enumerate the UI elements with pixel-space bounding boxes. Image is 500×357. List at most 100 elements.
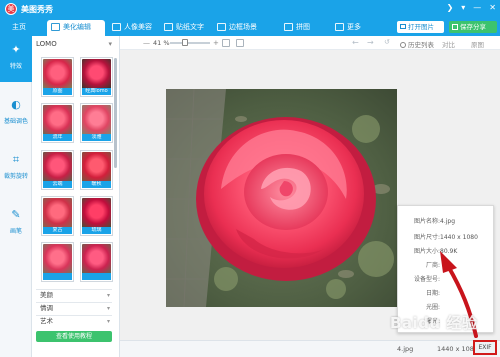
info-key: 光圈:	[425, 304, 440, 311]
category-mood[interactable]: 情调 ▾	[36, 302, 112, 313]
info-value: 80.9K	[440, 248, 458, 255]
info-key: 图片大小:	[413, 248, 440, 255]
tab-label: 更多	[347, 23, 361, 31]
status-bar: 4.jpg 1440 x 1080	[120, 340, 500, 357]
zoom-slider[interactable]	[170, 42, 210, 44]
effect-preview	[43, 152, 72, 182]
effect-thumbnail[interactable]	[80, 242, 113, 282]
rail-item-effects[interactable]: ✦ 特效	[0, 36, 32, 82]
collage-icon	[284, 23, 293, 31]
save-label: 保存分享	[460, 23, 486, 31]
effect-preview	[43, 244, 72, 274]
zoom-in-icon[interactable]: +	[213, 39, 219, 47]
chevron-down-icon: ▾	[108, 40, 112, 48]
chevron-down-icon: ▾	[106, 305, 110, 312]
effect-label: 经典lomo	[82, 88, 111, 95]
tab-more[interactable]: 更多	[331, 20, 365, 36]
magic-wand-icon: ✦	[11, 43, 21, 56]
tab-collage[interactable]: 拼图	[280, 20, 314, 36]
menu-dropdown-icon[interactable]: ▾	[461, 3, 465, 12]
face-icon	[112, 23, 121, 31]
effect-preview	[43, 59, 72, 89]
original-button[interactable]: 原图	[471, 39, 484, 49]
view-tutorial-button[interactable]: 查看使用教程	[36, 331, 112, 342]
rail-item-crop[interactable]: ⌗ 裁剪旋转	[0, 146, 32, 192]
exif-button[interactable]: EXIF	[473, 340, 497, 355]
actual-size-icon[interactable]	[236, 39, 244, 47]
tab-label: 拼图	[296, 23, 310, 31]
rail-label: 裁剪旋转	[3, 173, 28, 180]
exif-label: EXIF	[478, 344, 492, 351]
photo-preview	[166, 89, 397, 307]
tutorial-label: 查看使用教程	[55, 333, 92, 340]
save-share-button[interactable]: 保存分享	[449, 21, 497, 33]
effect-label: 流年	[43, 134, 72, 141]
open-label: 打开图片	[408, 23, 434, 31]
rail-item-color[interactable]: ◐ 基础调色	[0, 91, 32, 137]
fit-screen-icon[interactable]	[222, 39, 230, 47]
info-key: 图片名称:	[413, 218, 440, 225]
history-icon	[400, 42, 406, 48]
effect-preview	[82, 105, 111, 135]
frame-icon	[217, 23, 226, 31]
effect-thumbnail[interactable]: 流年	[41, 103, 74, 143]
open-image-button[interactable]: 打开图片	[397, 21, 444, 33]
tab-home[interactable]: 主页	[6, 20, 30, 36]
effect-label: 原图	[43, 88, 72, 95]
effect-label: 复古	[43, 227, 72, 234]
reset-icon[interactable]: ↺	[384, 38, 390, 46]
compare-button[interactable]: 对比	[442, 39, 455, 49]
zoom-out-icon[interactable]: —	[143, 39, 150, 47]
redo-icon[interactable]: →	[367, 38, 374, 47]
compare-label: 对比	[442, 41, 455, 49]
effect-label: 暖秋	[82, 181, 111, 188]
effect-preview	[82, 198, 111, 228]
minimize-icon[interactable]: —	[473, 3, 481, 12]
canvas-toolbar: — 41 % + ← → ↺ 历史列表 对比 原图	[120, 36, 500, 50]
info-value: 4.jpg	[440, 218, 456, 225]
info-row-name: 图片名称:4.jpg	[408, 216, 455, 225]
effect-thumbnail[interactable]: 琉璃	[80, 196, 113, 236]
info-row-maker: 厂商:	[408, 260, 440, 269]
close-icon[interactable]: ✕	[489, 3, 496, 12]
main-tabbar: 主页 美化编辑 人像美容 贴纸文字 边框场景 拼图 更多 打开图片 保存分享	[0, 18, 500, 36]
effect-label: 琉璃	[82, 227, 111, 234]
effect-thumbnail[interactable]: 经典lomo	[80, 57, 113, 97]
effect-thumbnail[interactable]	[41, 242, 74, 282]
effect-label: 云端	[43, 181, 72, 188]
effect-thumbnail[interactable]: 淡雅	[80, 103, 113, 143]
info-row-date: 日期:	[408, 288, 440, 297]
effect-preview	[82, 152, 111, 182]
tab-beautify[interactable]: 美化编辑	[47, 20, 105, 36]
info-key: 图片尺寸:	[413, 234, 440, 241]
effect-thumbnail[interactable]: 暖秋	[80, 150, 113, 190]
effect-thumbnail[interactable]: 云端	[41, 150, 74, 190]
tab-label: 主页	[12, 23, 26, 31]
chevron-down-icon: ▾	[106, 318, 110, 325]
zoom-slider-handle[interactable]	[182, 39, 188, 46]
category-label: 美颜	[40, 291, 53, 299]
effects-scrollbar[interactable]	[114, 58, 117, 168]
info-row-filesize: 图片大小:80.9K	[408, 246, 457, 255]
more-icon	[335, 23, 344, 31]
category-beauty[interactable]: 美颜 ▾	[36, 289, 112, 300]
info-value: 1440 x 1080	[440, 234, 478, 241]
crop-icon: ⌗	[12, 153, 20, 166]
effect-category-select[interactable]: LOMO ▾	[36, 38, 116, 50]
effect-thumbnail[interactable]: 原图	[41, 57, 74, 97]
history-list-button[interactable]: 历史列表	[400, 39, 434, 49]
rail-item-brush[interactable]: ✎ 画笔	[0, 201, 32, 247]
effect-label	[82, 273, 111, 280]
status-filename: 4.jpg	[397, 345, 414, 353]
rail-label: 画笔	[9, 228, 22, 235]
folder-icon	[400, 24, 406, 29]
undo-icon[interactable]: ←	[352, 38, 359, 47]
tab-frames[interactable]: 边框场景	[213, 20, 261, 36]
rail-label: 特效	[9, 63, 22, 70]
category-art[interactable]: 艺术 ▾	[36, 315, 112, 326]
tab-portrait[interactable]: 人像美容	[108, 20, 156, 36]
effect-preview	[43, 105, 72, 135]
tab-stickers-text[interactable]: 贴纸文字	[160, 20, 208, 36]
skin-icon[interactable]: ❯	[447, 3, 454, 12]
effect-thumbnail[interactable]: 复古	[41, 196, 74, 236]
